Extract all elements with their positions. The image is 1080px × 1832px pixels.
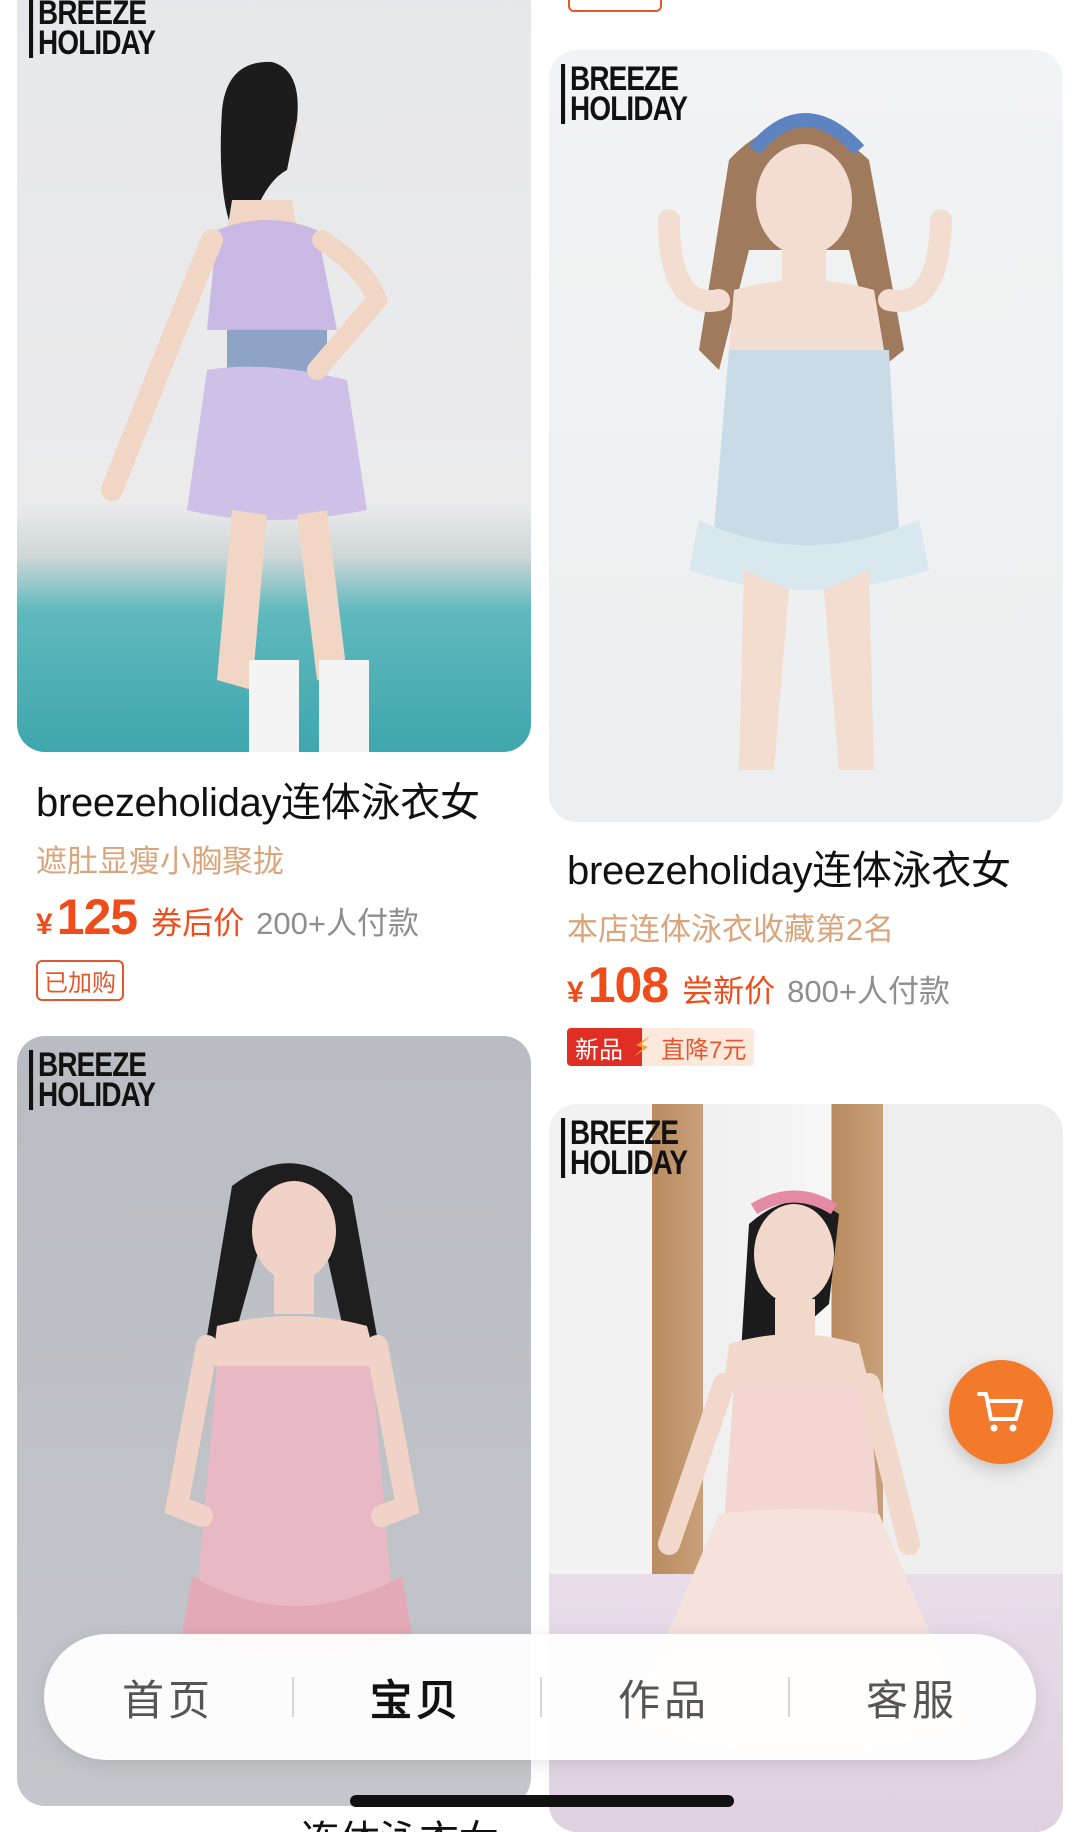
tab-works[interactable]: 作品: [540, 1667, 788, 1728]
product-subtitle: 遮肚显瘦小胸聚拢: [36, 844, 284, 879]
garment: [724, 1384, 879, 1524]
paid-count: 800+人付款: [787, 974, 950, 1009]
shopping-cart-icon: [977, 1392, 1023, 1432]
price-row: ¥ 108 尝新价 800+人付款: [567, 956, 950, 1014]
product-title[interactable]: 连体泳衣女: [300, 1808, 499, 1832]
price-drop-badge: 直降7元: [653, 1028, 755, 1066]
currency-symbol: ¥: [36, 908, 53, 941]
price-row: ¥ 125 券后价 200+人付款: [36, 888, 419, 946]
price-tag: 尝新价: [682, 974, 776, 1009]
product-title[interactable]: breezeholiday连体泳衣女: [36, 770, 480, 828]
price-value: 108: [587, 957, 669, 1013]
model-figure: [101, 61, 389, 752]
collect-badge-partial: [568, 0, 662, 12]
bottom-tab-bar: 首页 宝贝 作品 客服: [44, 1634, 1036, 1760]
garment: [714, 350, 899, 550]
lightning-icon: ⚡: [631, 1028, 653, 1066]
cart-button[interactable]: [949, 1360, 1053, 1464]
product-image-1[interactable]: BREEZE HOLIDAY: [17, 0, 531, 752]
added-to-cart-badge: 已加购: [36, 960, 124, 1001]
product-title[interactable]: breezeholiday连体泳衣女: [567, 838, 1011, 896]
currency-symbol: ¥: [567, 976, 584, 1009]
garment: [197, 1366, 392, 1616]
product-subtitle: 本店连体泳衣收藏第2名: [567, 912, 895, 947]
price-value: 125: [56, 889, 138, 945]
model-figure: [658, 113, 952, 770]
tab-customer-service[interactable]: 客服: [788, 1667, 1036, 1728]
new-product-badge: 新品: [567, 1028, 631, 1066]
product-image-2[interactable]: BREEZE HOLIDAY: [549, 50, 1063, 822]
tab-home[interactable]: 首页: [44, 1667, 292, 1728]
tab-products[interactable]: 宝贝: [292, 1667, 540, 1728]
home-indicator[interactable]: [350, 1795, 734, 1807]
price-tag: 券后价: [151, 906, 245, 941]
promo-badge: 新品 ⚡ 直降7元: [567, 1028, 755, 1066]
paid-count: 200+人付款: [256, 906, 419, 941]
